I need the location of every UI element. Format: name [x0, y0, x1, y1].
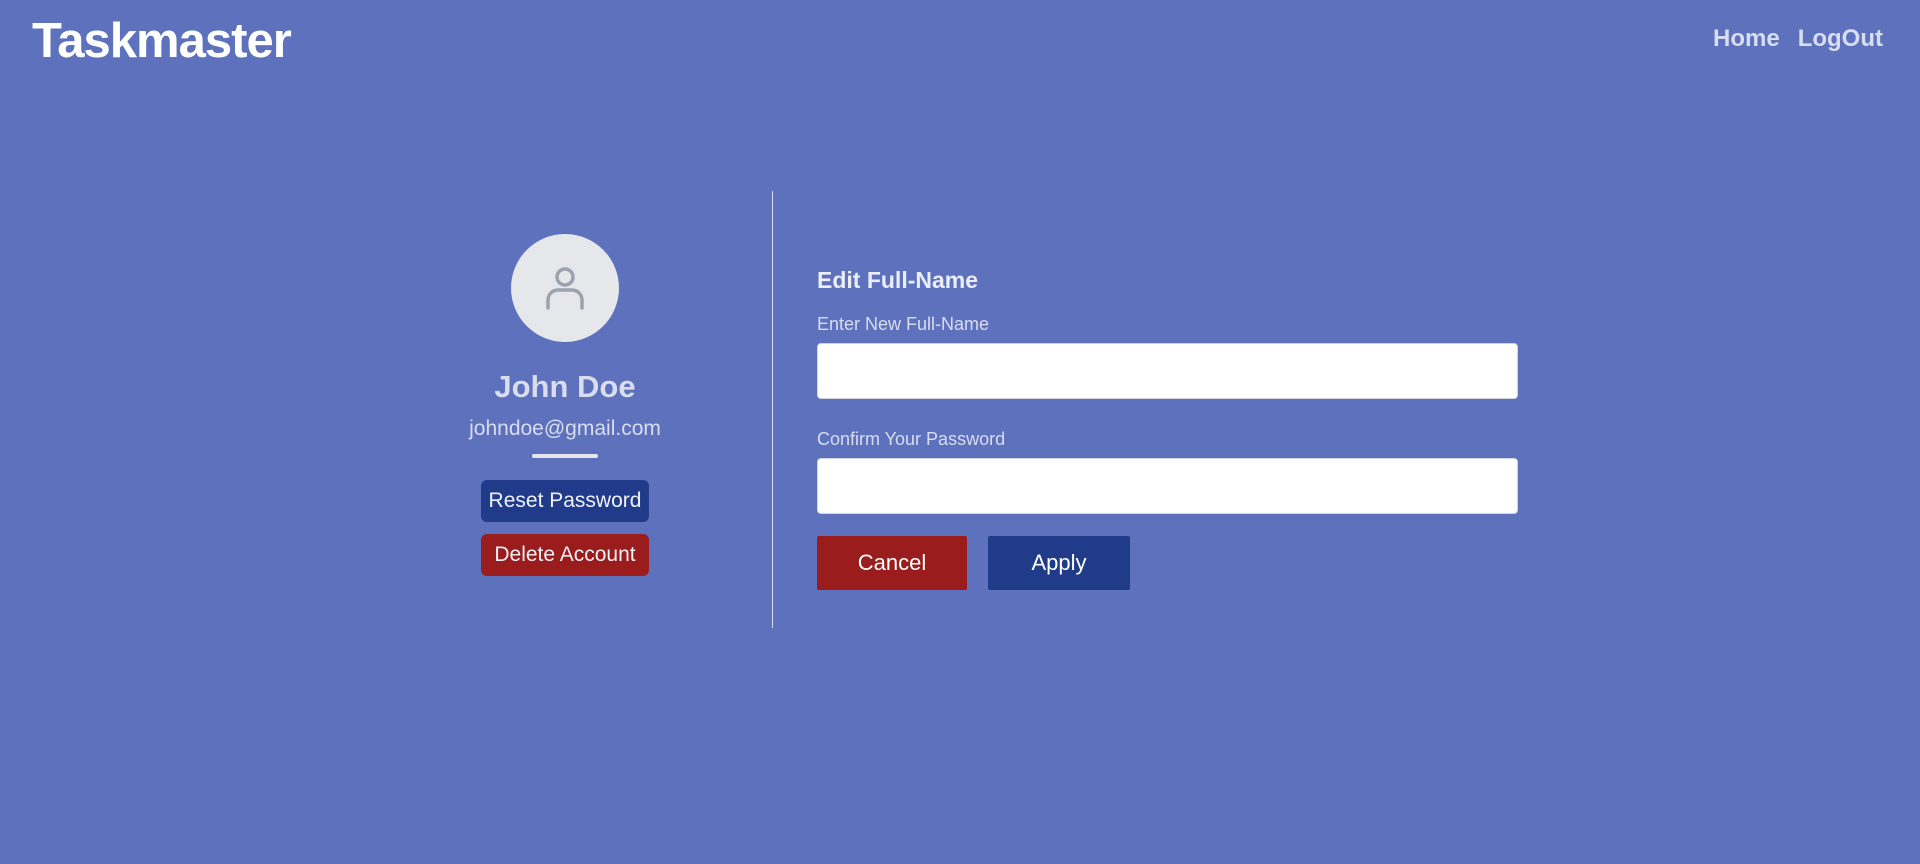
profile-name: John Doe — [494, 369, 636, 404]
password-input[interactable] — [817, 458, 1518, 514]
avatar — [511, 234, 619, 342]
nav-links: Home LogOut — [1713, 22, 1883, 56]
form-title: Edit Full-Name — [817, 267, 979, 293]
cancel-button[interactable]: Cancel — [817, 536, 967, 590]
reset-password-button[interactable]: Reset Password — [481, 480, 649, 522]
top-navbar: Taskmaster Home LogOut — [0, 0, 1920, 80]
delete-account-button[interactable]: Delete Account — [481, 534, 649, 576]
vertical-divider — [772, 191, 773, 628]
profile-divider — [532, 454, 598, 458]
nav-logout-link[interactable]: LogOut — [1798, 22, 1883, 56]
profile-panel: John Doe johndoe@gmail.com Reset Passwor… — [440, 234, 690, 576]
password-label: Confirm Your Password — [817, 429, 1006, 449]
fullname-label: Enter New Full-Name — [817, 314, 990, 334]
form-actions: Cancel Apply — [817, 536, 1518, 590]
user-icon — [546, 267, 584, 310]
nav-home-link[interactable]: Home — [1713, 22, 1780, 56]
apply-button[interactable]: Apply — [988, 536, 1130, 590]
edit-fullname-form: Edit Full-Name Enter New Full-Name Confi… — [817, 262, 1518, 590]
profile-email: johndoe@gmail.com — [469, 417, 661, 440]
fullname-input[interactable] — [817, 343, 1518, 399]
brand-logo[interactable]: Taskmaster — [32, 12, 292, 70]
